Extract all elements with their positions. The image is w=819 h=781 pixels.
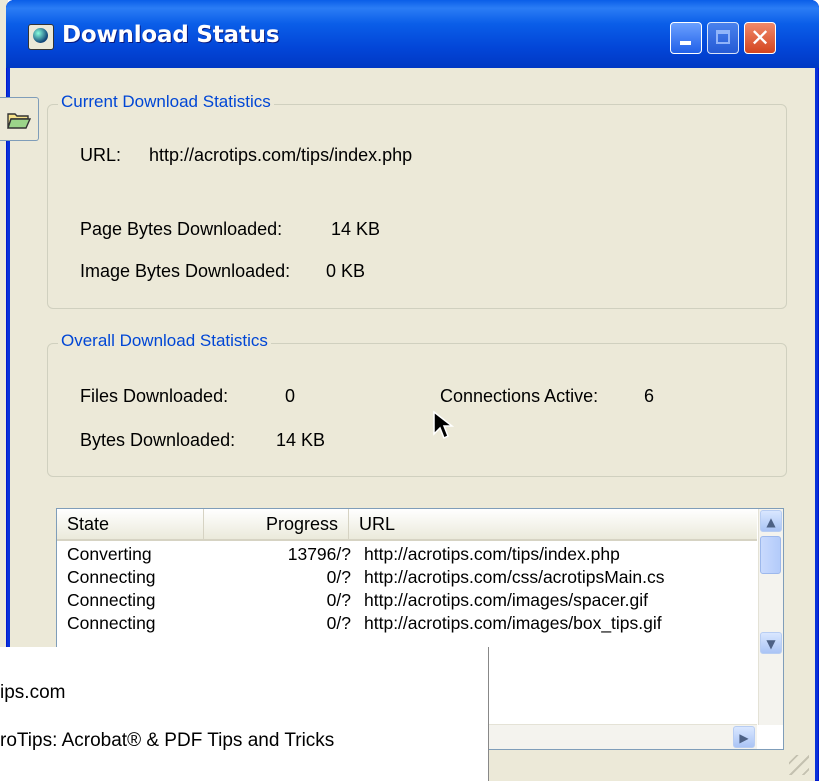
column-header-state[interactable]: State	[57, 509, 204, 539]
url-value: http://acrotips.com/tips/index.php	[149, 145, 413, 165]
row-state: Connecting	[67, 613, 156, 633]
url-label: URL:	[80, 145, 122, 165]
close-button[interactable]: ✕	[744, 22, 776, 54]
minimize-button[interactable]	[670, 22, 702, 54]
row-progress: 13796/?	[287, 544, 351, 564]
window-title: Download Status	[62, 22, 280, 48]
page-bytes-value: 14 KB	[331, 219, 381, 239]
close-icon: ✕	[749, 24, 771, 52]
row-url: http://acrotips.com/images/spacer.gif	[364, 590, 649, 610]
row-progress: 0/?	[326, 590, 351, 610]
list-header: State Progress URL	[57, 509, 757, 541]
bytes-downloaded-value: 14 KB	[276, 430, 326, 450]
list-row[interactable]: Connecting 0/? http://acrotips.com/image…	[57, 613, 757, 635]
browser-history-popup[interactable]: ips.com roTips: Acrobat® & PDF Tips and …	[0, 647, 489, 781]
column-header-url[interactable]: URL	[349, 509, 759, 539]
connections-active-label: Connections Active:	[440, 386, 599, 406]
folder-tool-button[interactable]	[0, 97, 39, 141]
mouse-pointer-icon	[433, 410, 454, 440]
bytes-downloaded-label: Bytes Downloaded:	[80, 430, 236, 450]
folder-open-icon	[7, 113, 32, 129]
row-progress: 0/?	[326, 567, 351, 587]
files-downloaded-value: 0	[285, 386, 296, 406]
popup-site-domain[interactable]: ips.com	[0, 682, 65, 704]
connections-active-value: 6	[644, 386, 655, 406]
row-state: Connecting	[67, 567, 156, 587]
row-url: http://acrotips.com/tips/index.php	[364, 544, 620, 564]
overall-download-statistics-group: Overall Download Statistics Files Downlo…	[47, 331, 787, 477]
list-row[interactable]: Connecting 0/? http://acrotips.com/css/a…	[57, 567, 757, 589]
vertical-scroll-thumb[interactable]	[760, 536, 781, 574]
overall-stats-legend: Overall Download Statistics	[58, 331, 271, 351]
maximize-button[interactable]	[707, 22, 739, 54]
row-url: http://acrotips.com/css/acrotipsMain.cs	[364, 567, 665, 587]
scroll-up-button[interactable]: ▲	[760, 510, 782, 532]
row-url: http://acrotips.com/images/box_tips.gif	[364, 613, 662, 633]
image-bytes-value: 0 KB	[326, 261, 366, 281]
popup-site-title[interactable]: roTips: Acrobat® & PDF Tips and Tricks	[0, 730, 334, 752]
resize-grip[interactable]	[789, 755, 809, 775]
row-state: Converting	[67, 544, 152, 564]
row-progress: 0/?	[326, 613, 351, 633]
title-bar[interactable]: Download Status ✕	[6, 0, 819, 68]
list-row[interactable]: Converting 13796/? http://acrotips.com/t…	[57, 544, 757, 566]
image-bytes-label: Image Bytes Downloaded:	[80, 261, 291, 281]
vertical-scrollbar[interactable]: ▲ ▼	[758, 509, 783, 725]
scroll-right-button[interactable]: ▶	[733, 726, 755, 748]
current-download-statistics-group: Current Download Statistics URL: http://…	[47, 92, 787, 309]
list-row[interactable]: Connecting 0/? http://acrotips.com/image…	[57, 590, 757, 612]
files-downloaded-label: Files Downloaded:	[80, 386, 229, 406]
app-globe-icon	[28, 24, 54, 50]
page-bytes-label: Page Bytes Downloaded:	[80, 219, 283, 239]
column-header-progress[interactable]: Progress	[204, 509, 349, 539]
scroll-down-button[interactable]: ▼	[760, 632, 782, 654]
row-state: Connecting	[67, 590, 156, 610]
current-stats-legend: Current Download Statistics	[58, 92, 274, 112]
